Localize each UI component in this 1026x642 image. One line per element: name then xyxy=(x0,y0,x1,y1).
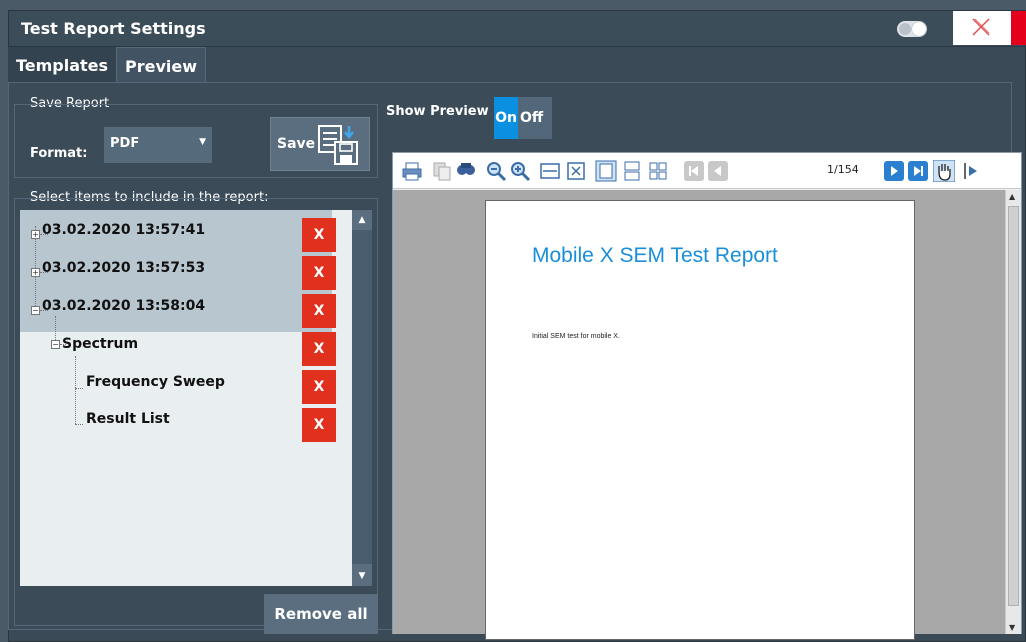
find-icon[interactable] xyxy=(455,160,477,182)
scroll-up-icon[interactable]: ▲ xyxy=(352,210,372,230)
preview-off-option[interactable]: Off xyxy=(520,97,543,139)
document-area: Mobile X SEM Test Report Initial SEM tes… xyxy=(393,190,1005,640)
remove-item-button[interactable]: X xyxy=(302,294,336,328)
report-page: Mobile X SEM Test Report Initial SEM tes… xyxy=(485,200,915,640)
format-label: Format: xyxy=(30,146,88,161)
expander-icon[interactable]: − xyxy=(51,340,60,349)
save-button-label: Save xyxy=(277,136,316,152)
close-icon xyxy=(972,18,990,36)
report-description: Initial SEM test for mobile X. xyxy=(532,333,620,340)
remove-item-button[interactable]: X xyxy=(302,218,336,252)
pdf-viewer: 1/154 Mobile X SEM Test Report Initial S… xyxy=(392,152,1022,640)
tree-item[interactable]: 03.02.2020 13:57:53 xyxy=(42,260,205,276)
scroll-down-icon[interactable]: ▼ xyxy=(352,566,372,586)
previous-page-icon[interactable] xyxy=(707,160,729,182)
expander-icon[interactable]: − xyxy=(31,306,40,315)
remove-item-button[interactable]: X xyxy=(302,370,336,404)
last-page-icon[interactable] xyxy=(907,160,929,182)
report-title: Mobile X SEM Test Report xyxy=(532,244,778,267)
preview-on-option[interactable]: On xyxy=(494,97,518,139)
expander-icon[interactable]: + xyxy=(31,230,40,239)
first-page-icon[interactable] xyxy=(683,160,705,182)
fit-width-icon[interactable] xyxy=(539,160,561,182)
tree-item[interactable]: 03.02.2020 13:57:41 xyxy=(42,222,205,238)
expander-icon[interactable]: + xyxy=(31,268,40,277)
text-select-icon[interactable] xyxy=(959,160,981,182)
title-bar: Test Report Settings xyxy=(9,11,1026,47)
continuous-icon[interactable] xyxy=(621,160,643,182)
window-toggle[interactable] xyxy=(897,21,927,37)
print-icon[interactable] xyxy=(401,160,423,182)
fit-page-icon[interactable] xyxy=(565,160,587,182)
save-disk-icon xyxy=(318,125,358,165)
grid-view-icon[interactable] xyxy=(647,160,669,182)
page-indicator: 1/154 xyxy=(827,163,859,176)
single-page-icon[interactable] xyxy=(595,160,617,182)
tree-item[interactable]: Result List xyxy=(86,411,170,427)
format-select[interactable]: PDF ▼ xyxy=(104,127,212,163)
viewer-scrollbar[interactable]: ▲ ▼ xyxy=(1005,190,1021,634)
copy-icon[interactable] xyxy=(431,160,453,182)
viewer-toolbar: 1/154 xyxy=(393,153,1021,189)
format-value: PDF xyxy=(110,136,140,151)
show-preview-label: Show Preview xyxy=(386,104,489,119)
remove-item-button[interactable]: X xyxy=(302,332,336,366)
close-button[interactable] xyxy=(953,11,1011,45)
tab-templates[interactable]: Templates xyxy=(8,47,116,83)
preview-toggle[interactable]: On Off xyxy=(494,97,552,139)
tree-item[interactable]: 03.02.2020 13:58:04 xyxy=(42,298,205,314)
close-accent xyxy=(1011,11,1026,45)
tab-preview[interactable]: Preview xyxy=(116,47,206,83)
remove-item-button[interactable]: X xyxy=(302,408,336,442)
chevron-down-icon: ▼ xyxy=(199,137,206,147)
tree-item[interactable]: Frequency Sweep xyxy=(86,374,225,390)
remove-all-button[interactable]: Remove all xyxy=(264,594,378,634)
dialog-title: Test Report Settings xyxy=(21,19,206,38)
zoom-out-icon[interactable] xyxy=(485,160,507,182)
scroll-down-icon[interactable]: ▼ xyxy=(1009,623,1015,632)
scroll-up-icon[interactable]: ▲ xyxy=(1009,192,1015,201)
next-page-icon[interactable] xyxy=(883,160,905,182)
tree-item[interactable]: Spectrum xyxy=(62,336,138,352)
zoom-in-icon[interactable] xyxy=(509,160,531,182)
viewer-scroll-thumb[interactable] xyxy=(1008,206,1019,606)
save-button[interactable]: Save xyxy=(270,117,370,171)
tree-scrollbar[interactable]: ▲ ▼ xyxy=(352,210,372,586)
hand-tool-icon[interactable] xyxy=(933,160,955,182)
remove-item-button[interactable]: X xyxy=(302,256,336,290)
report-items-tree: + 03.02.2020 13:57:41 X + 03.02.2020 13:… xyxy=(20,210,352,586)
scroll-thumb[interactable] xyxy=(352,230,372,564)
